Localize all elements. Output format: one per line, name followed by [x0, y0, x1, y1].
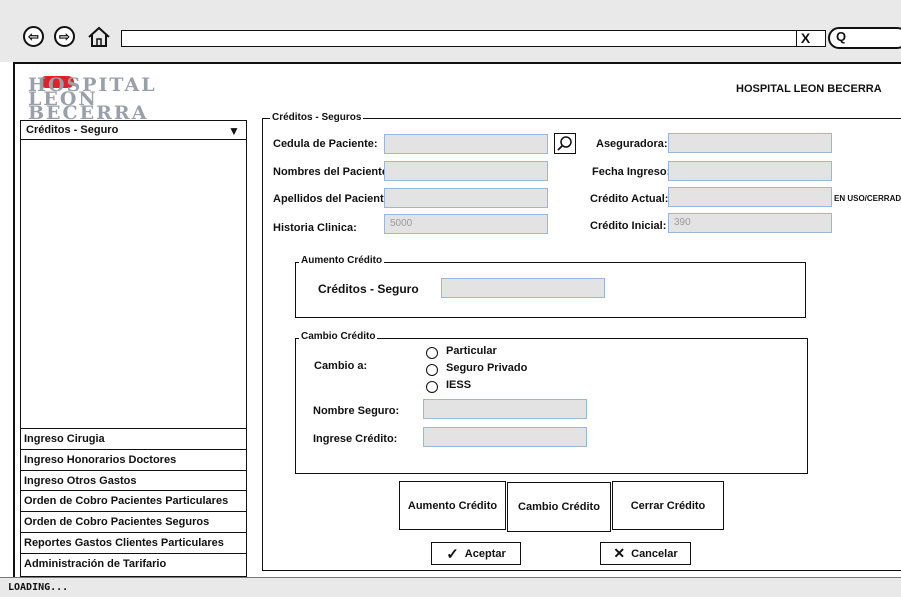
close-icon[interactable]: X — [796, 30, 814, 47]
cedula-input[interactable] — [384, 134, 548, 154]
nombres-label: Nombres del Paciente: — [273, 166, 392, 178]
logo-line-3: BECERRA — [28, 102, 149, 124]
aseguradora-input[interactable] — [668, 133, 832, 153]
group-title: Créditos - Seguros — [270, 112, 364, 123]
back-icon[interactable]: ⇦ — [23, 26, 44, 47]
option-iess: IESS — [446, 379, 472, 391]
cerrar-credito-button[interactable]: Cerrar Crédito — [612, 481, 724, 530]
sidebar-item-cobro-particulares[interactable]: Orden de Cobro Pacientes Particulares — [20, 490, 247, 511]
status-text: LOADING... — [8, 582, 69, 593]
credito-status: EN USO/CERRADO — [834, 194, 901, 203]
aumento-credito-button[interactable]: Aumento Crédito — [399, 481, 506, 530]
apellidos-input[interactable] — [384, 188, 548, 208]
fecha-label: Fecha Ingreso: — [592, 166, 671, 178]
option-seguro-privado: Seguro Privado — [446, 362, 528, 374]
cancelar-button[interactable]: ✕ Cancelar — [600, 542, 691, 565]
sidebar-dropdown[interactable]: Créditos - Seguro — [22, 122, 246, 136]
cedula-label: Cedula de Paciente: — [273, 138, 378, 150]
ingrese-credito-label: Ingrese Crédito: — [313, 433, 398, 445]
sidebar-item-honorarios[interactable]: Ingreso Honorarios Doctores — [20, 449, 247, 470]
cambio-label: Cambio a: — [314, 360, 368, 372]
cross-icon: ✕ — [613, 545, 626, 561]
sidebar-item-tarifario[interactable]: Administración de Tarifario — [20, 553, 247, 574]
radio-seguro-privado[interactable] — [426, 364, 438, 376]
hospital-name: HOSPITAL LEON BECERRA — [736, 83, 882, 95]
credito-actual-label: Crédito Actual: — [590, 193, 669, 205]
check-icon: ✓ — [446, 545, 459, 563]
status-bar: LOADING... — [0, 577, 901, 597]
historia-input[interactable]: 5000 — [384, 214, 548, 234]
sidebar-item-reportes[interactable]: Reportes Gastos Clientes Particulares — [20, 532, 247, 553]
historia-label: Historia Clinica: — [273, 222, 357, 234]
hospital-logo: HOSPITAL LEON BECERRA — [20, 70, 220, 124]
option-particular: Particular — [446, 345, 497, 357]
browser-search-input[interactable]: Q — [828, 27, 901, 49]
search-button[interactable] — [554, 133, 576, 154]
credito-actual-input[interactable] — [668, 187, 832, 207]
radio-iess[interactable] — [426, 381, 438, 393]
nombre-seguro-input[interactable] — [423, 399, 587, 419]
apellidos-label: Apellidos del Paciente: — [273, 193, 394, 205]
aumento-title: Aumento Crédito — [299, 255, 385, 266]
url-input[interactable] — [121, 30, 826, 47]
nombre-seguro-label: Nombre Seguro: — [313, 405, 400, 417]
fecha-input[interactable] — [668, 161, 832, 181]
home-icon[interactable] — [87, 26, 111, 48]
dropdown-arrow-icon[interactable]: ▼ — [228, 124, 240, 138]
magnifier-icon — [557, 136, 572, 151]
aseguradora-label: Aseguradora: — [596, 138, 668, 150]
sidebar-item-otros-gastos[interactable]: Ingreso Otros Gastos — [20, 470, 247, 491]
aumento-label: Créditos - Seguro — [318, 282, 419, 296]
forward-icon[interactable]: ⇨ — [54, 26, 75, 47]
cambio-title: Cambio Crédito — [299, 331, 378, 342]
cambio-credito-button[interactable]: Cambio Crédito — [507, 482, 611, 532]
aceptar-button[interactable]: ✓ Aceptar — [431, 542, 521, 565]
ingrese-credito-input[interactable] — [423, 427, 587, 447]
sidebar-item-ingreso-cirugia[interactable]: Ingreso Cirugia — [20, 428, 247, 449]
sidebar-item-cobro-seguros[interactable]: Orden de Cobro Pacientes Seguros — [20, 511, 247, 532]
radio-particular[interactable] — [426, 347, 438, 359]
credito-inicial-input[interactable]: 390 — [668, 213, 832, 233]
nombres-input[interactable] — [384, 161, 548, 181]
credito-inicial-label: Crédito Inicial: — [590, 220, 667, 232]
search-icon: Q — [836, 29, 847, 44]
aumento-input[interactable] — [441, 278, 605, 298]
